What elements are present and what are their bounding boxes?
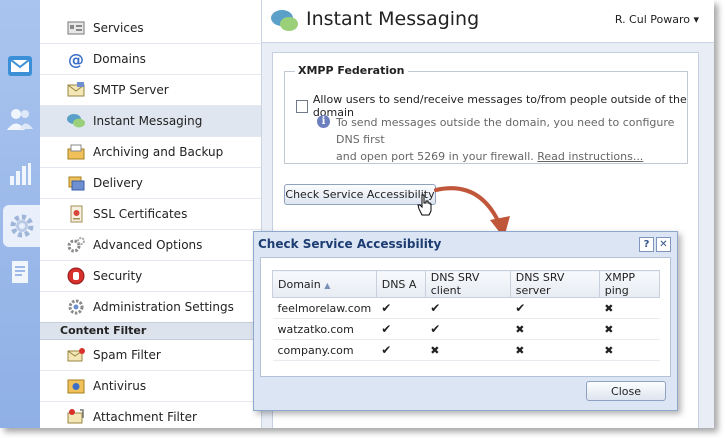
dns-a-ok-icon: ✔ (376, 339, 426, 361)
sidebar-item-label: Archiving and Backup (93, 145, 224, 159)
dialog-close-button[interactable]: Close (586, 381, 666, 401)
statistics-icon[interactable] (6, 160, 34, 188)
dialog-body: Domain ▲ DNS A DNS SRV client DNS SRV se… (260, 257, 671, 377)
hand-cursor-icon (417, 194, 432, 216)
sidebar-item-domains[interactable]: @ Domains (40, 44, 261, 75)
table-header-row: Domain ▲ DNS A DNS SRV client DNS SRV se… (272, 270, 661, 298)
sidebar-item-services[interactable]: Services (40, 13, 261, 44)
sidebar-item-label: SSL Certificates (93, 207, 188, 221)
sidebar-item-administration-settings[interactable]: Administration Settings (40, 292, 261, 323)
column-header-dns-a[interactable]: DNS A (375, 270, 426, 298)
srv-client-ok-icon: ✔ (425, 297, 511, 319)
allow-federation-checkbox[interactable] (296, 99, 308, 113)
app-window: Services @ Domains SMTP Server Instant M… (0, 0, 714, 428)
sidebar-item-label: Administration Settings (93, 300, 234, 314)
check-service-accessibility-dialog: Check Service Accessibility ? ✕ Domain ▲… (253, 231, 678, 411)
admin-settings-icon (65, 298, 87, 316)
table-row[interactable]: feelmorelaw.com ✔ ✔ ✔ ✖ (272, 297, 660, 319)
attachment-filter-icon (65, 408, 87, 426)
sidebar-item-label: Instant Messaging (93, 114, 203, 128)
content-filter-group-header: Content Filter (40, 322, 261, 340)
srv-server-fail-icon: ✖ (510, 318, 600, 340)
sidebar-item-label: Spam Filter (93, 348, 161, 362)
dns-a-ok-icon: ✔ (376, 318, 426, 340)
domain-cell: company.com (272, 339, 377, 361)
info-icon: i (317, 115, 330, 128)
stop-hand-icon (65, 267, 87, 285)
settings-sidebar: Services @ Domains SMTP Server Instant M… (40, 0, 262, 428)
info-line-1: To send messages outside the domain, you… (336, 116, 675, 146)
sidebar-item-label: SMTP Server (93, 83, 169, 97)
srv-client-ok-icon: ✔ (425, 318, 511, 340)
email-icon[interactable] (6, 52, 34, 80)
domain-cell: watzatko.com (272, 318, 377, 340)
page-header: Instant Messaging R. Cul Powaro ▾ (262, 0, 714, 43)
column-header-xmpp-ping[interactable]: XMPP ping (598, 270, 661, 298)
dialog-title: Check Service Accessibility (258, 237, 442, 251)
xmpp-federation-legend: XMPP Federation (295, 64, 408, 77)
srv-client-fail-icon: ✖ (425, 339, 511, 361)
sidebar-item-label: Advanced Options (93, 238, 203, 252)
sidebar-item-instant-messaging[interactable]: Instant Messaging (40, 106, 261, 137)
xmpp-federation-fieldset: XMPP Federation Allow users to send/rece… (284, 64, 688, 165)
gears-icon (65, 236, 87, 254)
domain-cell: feelmorelaw.com (272, 297, 377, 319)
sidebar-item-archiving-and-backup[interactable]: Archiving and Backup (40, 137, 261, 168)
archive-icon (65, 143, 87, 161)
accessibility-results-table: Domain ▲ DNS A DNS SRV client DNS SRV se… (272, 270, 661, 361)
federation-info-text: To send messages outside the domain, you… (336, 114, 686, 165)
dns-a-ok-icon: ✔ (376, 297, 426, 319)
at-sign-icon: @ (68, 49, 84, 69)
info-line-2: and open port 5269 in your firewall. (336, 150, 534, 163)
user-menu[interactable]: R. Cul Powaro ▾ (615, 13, 699, 26)
sidebar-item-ssl-certificates[interactable]: SSL Certificates (40, 199, 261, 230)
xmpp-ping-fail-icon: ✖ (599, 318, 660, 340)
srv-server-ok-icon: ✔ (510, 297, 600, 319)
table-row[interactable]: watzatko.com ✔ ✔ ✖ ✖ (272, 318, 660, 340)
xmpp-ping-fail-icon: ✖ (599, 339, 660, 361)
sidebar-item-label: Services (93, 21, 144, 35)
sidebar-item-label: Domains (93, 52, 146, 66)
srv-server-fail-icon: ✖ (510, 339, 600, 361)
sidebar-item-attachment-filter[interactable]: Attachment Filter (40, 402, 261, 428)
sidebar-item-spam-filter[interactable]: Spam Filter (40, 340, 261, 371)
sidebar-item-antivirus[interactable]: Antivirus (40, 371, 261, 402)
app-rail (0, 0, 41, 428)
dialog-close-icon[interactable]: ✕ (656, 237, 671, 252)
read-instructions-link[interactable]: Read instructions... (537, 150, 643, 163)
column-header-dns-srv-server[interactable]: DNS SRV server (509, 270, 600, 298)
sidebar-item-smtp-server[interactable]: SMTP Server (40, 75, 261, 106)
help-icon[interactable]: ? (639, 237, 654, 252)
users-icon[interactable] (6, 105, 34, 133)
sidebar-item-label: Security (93, 269, 143, 283)
column-header-dns-srv-client[interactable]: DNS SRV client (424, 270, 511, 298)
page-title: Instant Messaging (306, 8, 480, 30)
configuration-gear-icon[interactable] (3, 205, 40, 247)
sort-ascending-icon: ▲ (324, 280, 331, 290)
chat-bubbles-icon (270, 8, 300, 37)
column-header-domain[interactable]: Domain ▲ (272, 270, 377, 298)
sidebar-item-delivery[interactable]: Delivery (40, 168, 261, 199)
chat-bubbles-icon (65, 112, 87, 130)
table-row[interactable]: company.com ✔ ✖ ✖ ✖ (272, 339, 660, 361)
sidebar-item-label: Attachment Filter (93, 410, 197, 424)
smtp-envelope-icon (65, 81, 87, 99)
sidebar-item-label: Delivery (93, 176, 143, 190)
sidebar-item-label: Antivirus (93, 379, 147, 393)
delivery-icon (65, 174, 87, 192)
antivirus-icon (65, 377, 87, 395)
certificate-icon (65, 205, 87, 223)
spam-filter-icon (65, 346, 87, 364)
xmpp-ping-fail-icon: ✖ (599, 297, 660, 319)
sidebar-item-advanced-options[interactable]: Advanced Options (40, 230, 261, 261)
services-icon (65, 19, 87, 37)
logs-icon[interactable] (6, 258, 34, 286)
sidebar-item-security[interactable]: Security (40, 261, 261, 292)
